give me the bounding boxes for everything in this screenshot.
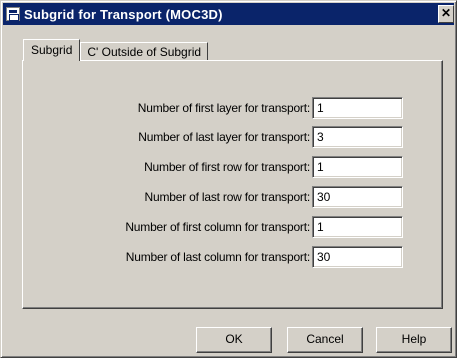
last-column-input[interactable] (312, 246, 403, 268)
tab-panel-subgrid: Number of first layer for transport: Num… (22, 60, 443, 309)
last-row-label: Number of last row for transport: (144, 190, 311, 204)
first-row-label: Number of first row for transport: (144, 160, 310, 174)
last-layer-input[interactable] (312, 126, 403, 148)
title-bar[interactable]: Subgrid for Transport (MOC3D) ✕ (3, 3, 454, 25)
first-layer-input[interactable] (312, 97, 403, 119)
first-row-row: Number of first row for transport: (23, 156, 444, 178)
last-layer-row: Number of last layer for transport: (23, 126, 444, 148)
cancel-button[interactable]: Cancel (287, 327, 363, 353)
last-row-row: Number of last row for transport: (23, 186, 444, 208)
first-column-input[interactable] (312, 216, 403, 238)
tab-strip: Subgrid C' Outside of Subgrid (23, 39, 209, 63)
first-layer-row: Number of first layer for transport: (23, 97, 444, 119)
dialog-window: Subgrid for Transport (MOC3D) ✕ Subgrid … (0, 0, 457, 358)
tab-subgrid[interactable]: Subgrid (23, 39, 81, 63)
last-column-label: Number of last column for transport: (125, 250, 310, 264)
first-column-row: Number of first column for transport: (23, 216, 444, 238)
close-button[interactable]: ✕ (438, 5, 454, 23)
last-row-input[interactable] (312, 186, 403, 208)
close-icon: ✕ (440, 6, 452, 20)
first-layer-label: Number of first layer for transport: (137, 101, 310, 115)
first-column-label: Number of first column for transport: (125, 220, 310, 234)
first-row-input[interactable] (312, 156, 403, 178)
window-icon (6, 7, 20, 21)
tab-outside-subgrid[interactable]: C' Outside of Subgrid (80, 42, 209, 61)
ok-button[interactable]: OK (196, 327, 272, 353)
last-layer-label: Number of last layer for transport: (138, 130, 310, 144)
help-button[interactable]: Help (376, 327, 452, 353)
last-column-row: Number of last column for transport: (23, 246, 444, 268)
window-title: Subgrid for Transport (MOC3D) (24, 6, 223, 22)
